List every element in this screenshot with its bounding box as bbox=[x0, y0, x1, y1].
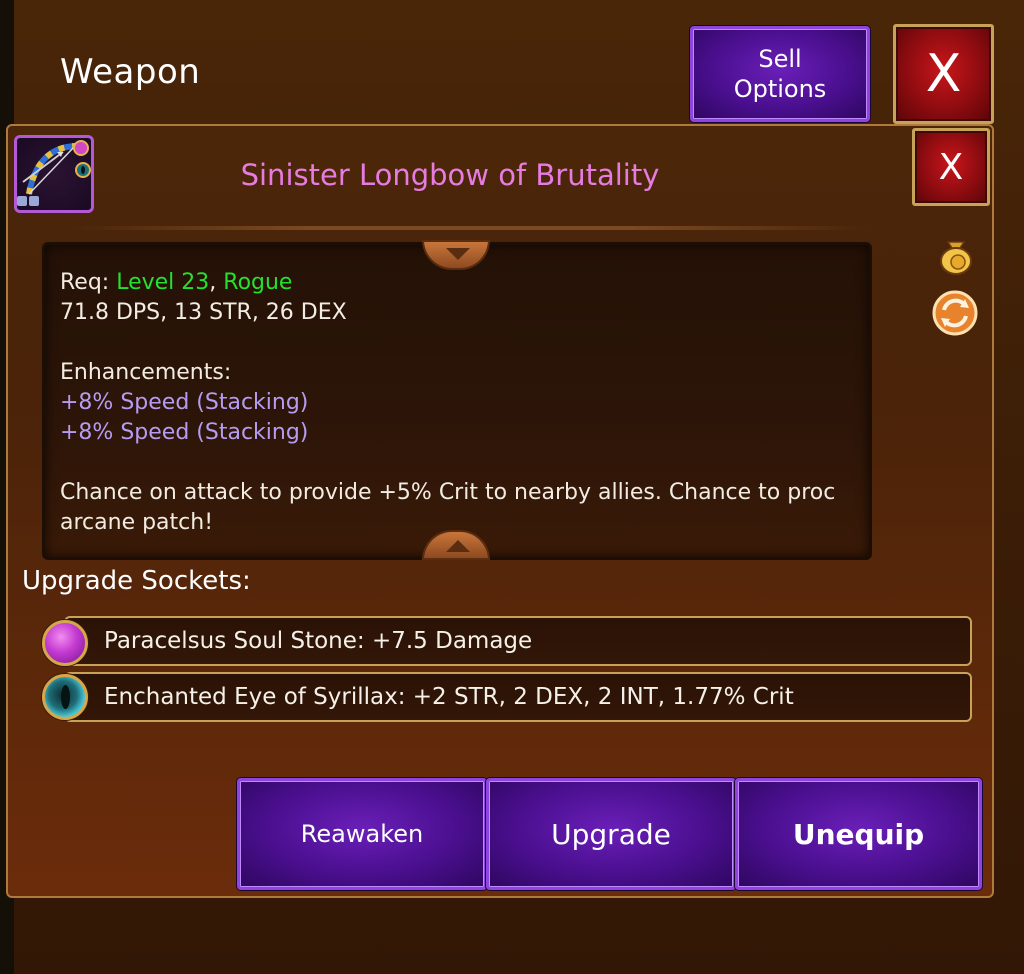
enhancement-line: +8% Speed (Stacking) bbox=[60, 420, 309, 445]
socket-text: Enchanted Eye of Syrillax: +2 STR, 2 DEX… bbox=[104, 684, 794, 710]
req-class: Rogue bbox=[223, 270, 293, 295]
arrow-up-icon bbox=[446, 540, 470, 552]
stats-line: 71.8 DPS, 13 STR, 26 DEX bbox=[60, 300, 347, 325]
req-label: Req: bbox=[60, 270, 117, 295]
req-level: Level 23 bbox=[116, 270, 210, 295]
close-item-button[interactable]: X bbox=[912, 128, 990, 206]
reawaken-button[interactable]: Reawaken bbox=[237, 778, 487, 890]
close-icon: X bbox=[925, 44, 962, 104]
close-weapon-button[interactable]: X bbox=[893, 24, 994, 124]
divider bbox=[70, 226, 870, 230]
proc-description: Chance on attack to provide +5% Crit to … bbox=[60, 480, 836, 535]
item-description: Req: Level 23, Rogue 71.8 DPS, 13 STR, 2… bbox=[60, 268, 860, 538]
socket-text: Paracelsus Soul Stone: +7.5 Damage bbox=[104, 628, 533, 654]
enhancement-line: +8% Speed (Stacking) bbox=[60, 390, 309, 415]
swap-icon[interactable] bbox=[932, 290, 978, 336]
req-separator: , bbox=[209, 270, 224, 295]
upgrade-sockets-title: Upgrade Sockets: bbox=[22, 566, 251, 596]
upgrade-label: Upgrade bbox=[551, 817, 671, 851]
arrow-down-icon bbox=[446, 248, 470, 260]
requirements-line: Req: Level 23, Rogue bbox=[60, 268, 860, 298]
sell-options-button[interactable]: Sell Options bbox=[690, 26, 870, 122]
purple-soul-stone-icon bbox=[42, 620, 88, 666]
sell-options-label: Sell Options bbox=[733, 45, 827, 103]
unequip-button[interactable]: Unequip bbox=[735, 778, 982, 890]
page-title: Weapon bbox=[60, 52, 201, 92]
close-icon: X bbox=[938, 146, 964, 188]
reawaken-label: Reawaken bbox=[300, 820, 424, 848]
money-bag-icon[interactable] bbox=[934, 232, 978, 276]
eye-gem-icon bbox=[42, 674, 88, 720]
item-name: Sinister Longbow of Brutality bbox=[240, 158, 660, 192]
upgrade-button[interactable]: Upgrade bbox=[486, 778, 736, 890]
enhancements-title: Enhancements: bbox=[60, 360, 232, 385]
unequip-label: Unequip bbox=[792, 817, 925, 851]
